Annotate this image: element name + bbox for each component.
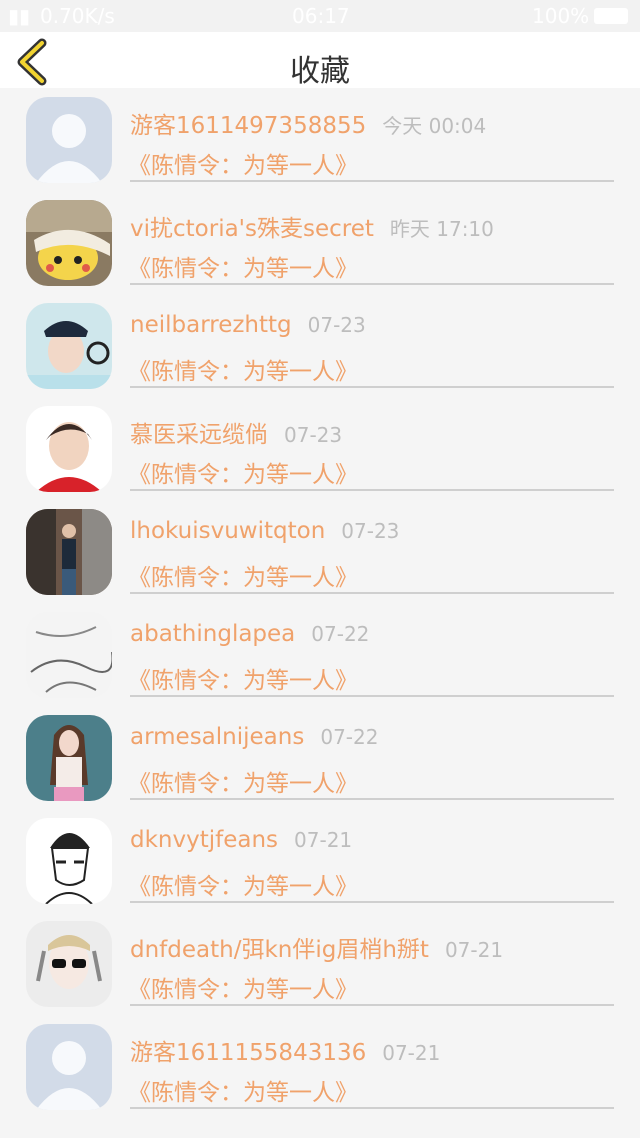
list-item[interactable]: dknvytjfeans 07-21 《陈情令：为等一人》	[0, 809, 640, 912]
timestamp: 07-22	[311, 622, 370, 646]
list-item[interactable]: vi扰ctoria's殊麦secret 昨天 17:10 《陈情令：为等一人》	[0, 191, 640, 294]
list-item[interactable]: 游客1611497358855 今天 00:04 《陈情令：为等一人》	[0, 88, 640, 191]
divider	[130, 901, 614, 903]
user-name: abathinglapea	[130, 621, 296, 647]
book-title[interactable]: 《陈情令：为等一人》	[128, 661, 358, 695]
battery-icon	[594, 8, 628, 24]
list-item[interactable]: lhokuisvuwitqton 07-23 《陈情令：为等一人》	[0, 500, 640, 603]
timestamp: 今天 00:04	[382, 114, 487, 138]
divider	[130, 592, 614, 594]
avatar[interactable]	[26, 715, 112, 801]
user-name-line: armesalnijeans 07-22	[130, 724, 378, 750]
network-speed: 0.70K/s	[40, 4, 115, 28]
timestamp: 07-22	[320, 725, 379, 749]
avatar[interactable]	[26, 406, 112, 492]
divider	[130, 1004, 614, 1006]
status-bar: ▮▮ 0.70K/s 06:17 100%	[0, 0, 640, 32]
book-title[interactable]: 《陈情令：为等一人》	[128, 558, 358, 592]
signal-icon: ▮▮	[8, 4, 31, 28]
favorites-list[interactable]: 游客1611497358855 今天 00:04 《陈情令：为等一人》 vi扰ctor…	[0, 88, 640, 1118]
timestamp: 07-21	[294, 828, 353, 852]
user-name: dnfdeath/弭kn伴ig眉梢h掰t	[130, 937, 429, 963]
avatar[interactable]	[26, 818, 112, 904]
divider	[130, 283, 614, 285]
timestamp: 昨天 17:10	[389, 217, 494, 241]
timestamp: 07-23	[284, 423, 343, 447]
user-name-line: neilbarrezhttg 07-23	[130, 312, 366, 338]
avatar[interactable]	[26, 303, 112, 389]
avatar[interactable]	[26, 921, 112, 1007]
user-name: lhokuisvuwitqton	[130, 518, 326, 544]
list-item[interactable]: armesalnijeans 07-22 《陈情令：为等一人》	[0, 706, 640, 809]
avatar[interactable]	[26, 200, 112, 286]
divider	[130, 798, 614, 800]
divider	[130, 1107, 614, 1109]
user-name-line: abathinglapea 07-22	[130, 621, 369, 647]
book-title[interactable]: 《陈情令：为等一人》	[128, 764, 358, 798]
user-name-line: dknvytjfeans 07-21	[130, 827, 352, 853]
divider	[130, 489, 614, 491]
user-name: neilbarrezhttg	[130, 312, 292, 338]
list-item[interactable]: 游客1611155843136 07-21 《陈情令：为等一人》	[0, 1015, 640, 1118]
divider	[130, 695, 614, 697]
user-name: 游客1611497358855	[130, 113, 367, 139]
battery-percent: 100%	[532, 4, 590, 28]
book-title[interactable]: 《陈情令：为等一人》	[128, 146, 358, 180]
user-name-line: 游客1611155843136 07-21	[130, 1033, 440, 1067]
book-title[interactable]: 《陈情令：为等一人》	[128, 455, 358, 489]
user-name-line: 慕医采远缆倘 07-23	[130, 415, 342, 449]
book-title[interactable]: 《陈情令：为等一人》	[128, 970, 358, 1004]
user-name-line: dnfdeath/弭kn伴ig眉梢h掰t 07-21	[130, 930, 503, 964]
list-item[interactable]: abathinglapea 07-22 《陈情令：为等一人》	[0, 603, 640, 706]
divider	[130, 386, 614, 388]
timestamp: 07-23	[341, 519, 400, 543]
user-name: 游客1611155843136	[130, 1040, 367, 1066]
book-title[interactable]: 《陈情令：为等一人》	[128, 249, 358, 283]
user-name: armesalnijeans	[130, 724, 305, 750]
book-title[interactable]: 《陈情令：为等一人》	[128, 352, 358, 386]
avatar[interactable]	[26, 97, 112, 183]
timestamp: 07-23	[307, 313, 366, 337]
avatar[interactable]	[26, 509, 112, 595]
divider	[130, 180, 614, 182]
user-name: dknvytjfeans	[130, 827, 279, 853]
timestamp: 07-21	[444, 938, 504, 962]
status-time: 06:17	[292, 4, 350, 28]
user-name: 慕医采远缆倘	[130, 422, 268, 448]
user-name-line: 游客1611497358855 今天 00:04	[130, 106, 486, 140]
avatar[interactable]	[26, 612, 112, 698]
user-name: vi扰ctoria's殊麦secret	[130, 216, 374, 242]
user-name-line: vi扰ctoria's殊麦secret 昨天 17:10	[130, 209, 494, 243]
user-name-line: lhokuisvuwitqton 07-23	[130, 518, 399, 544]
book-title[interactable]: 《陈情令：为等一人》	[128, 1073, 358, 1107]
book-title[interactable]: 《陈情令：为等一人》	[128, 867, 358, 901]
timestamp: 07-21	[382, 1041, 441, 1065]
avatar[interactable]	[26, 1024, 112, 1110]
list-item[interactable]: 慕医采远缆倘 07-23 《陈情令：为等一人》	[0, 397, 640, 500]
page-title: 收藏	[290, 54, 350, 89]
list-item[interactable]: dnfdeath/弭kn伴ig眉梢h掰t 07-21 《陈情令：为等一人》	[0, 912, 640, 1015]
list-item[interactable]: neilbarrezhttg 07-23 《陈情令：为等一人》	[0, 294, 640, 397]
header: 收藏	[0, 32, 640, 89]
